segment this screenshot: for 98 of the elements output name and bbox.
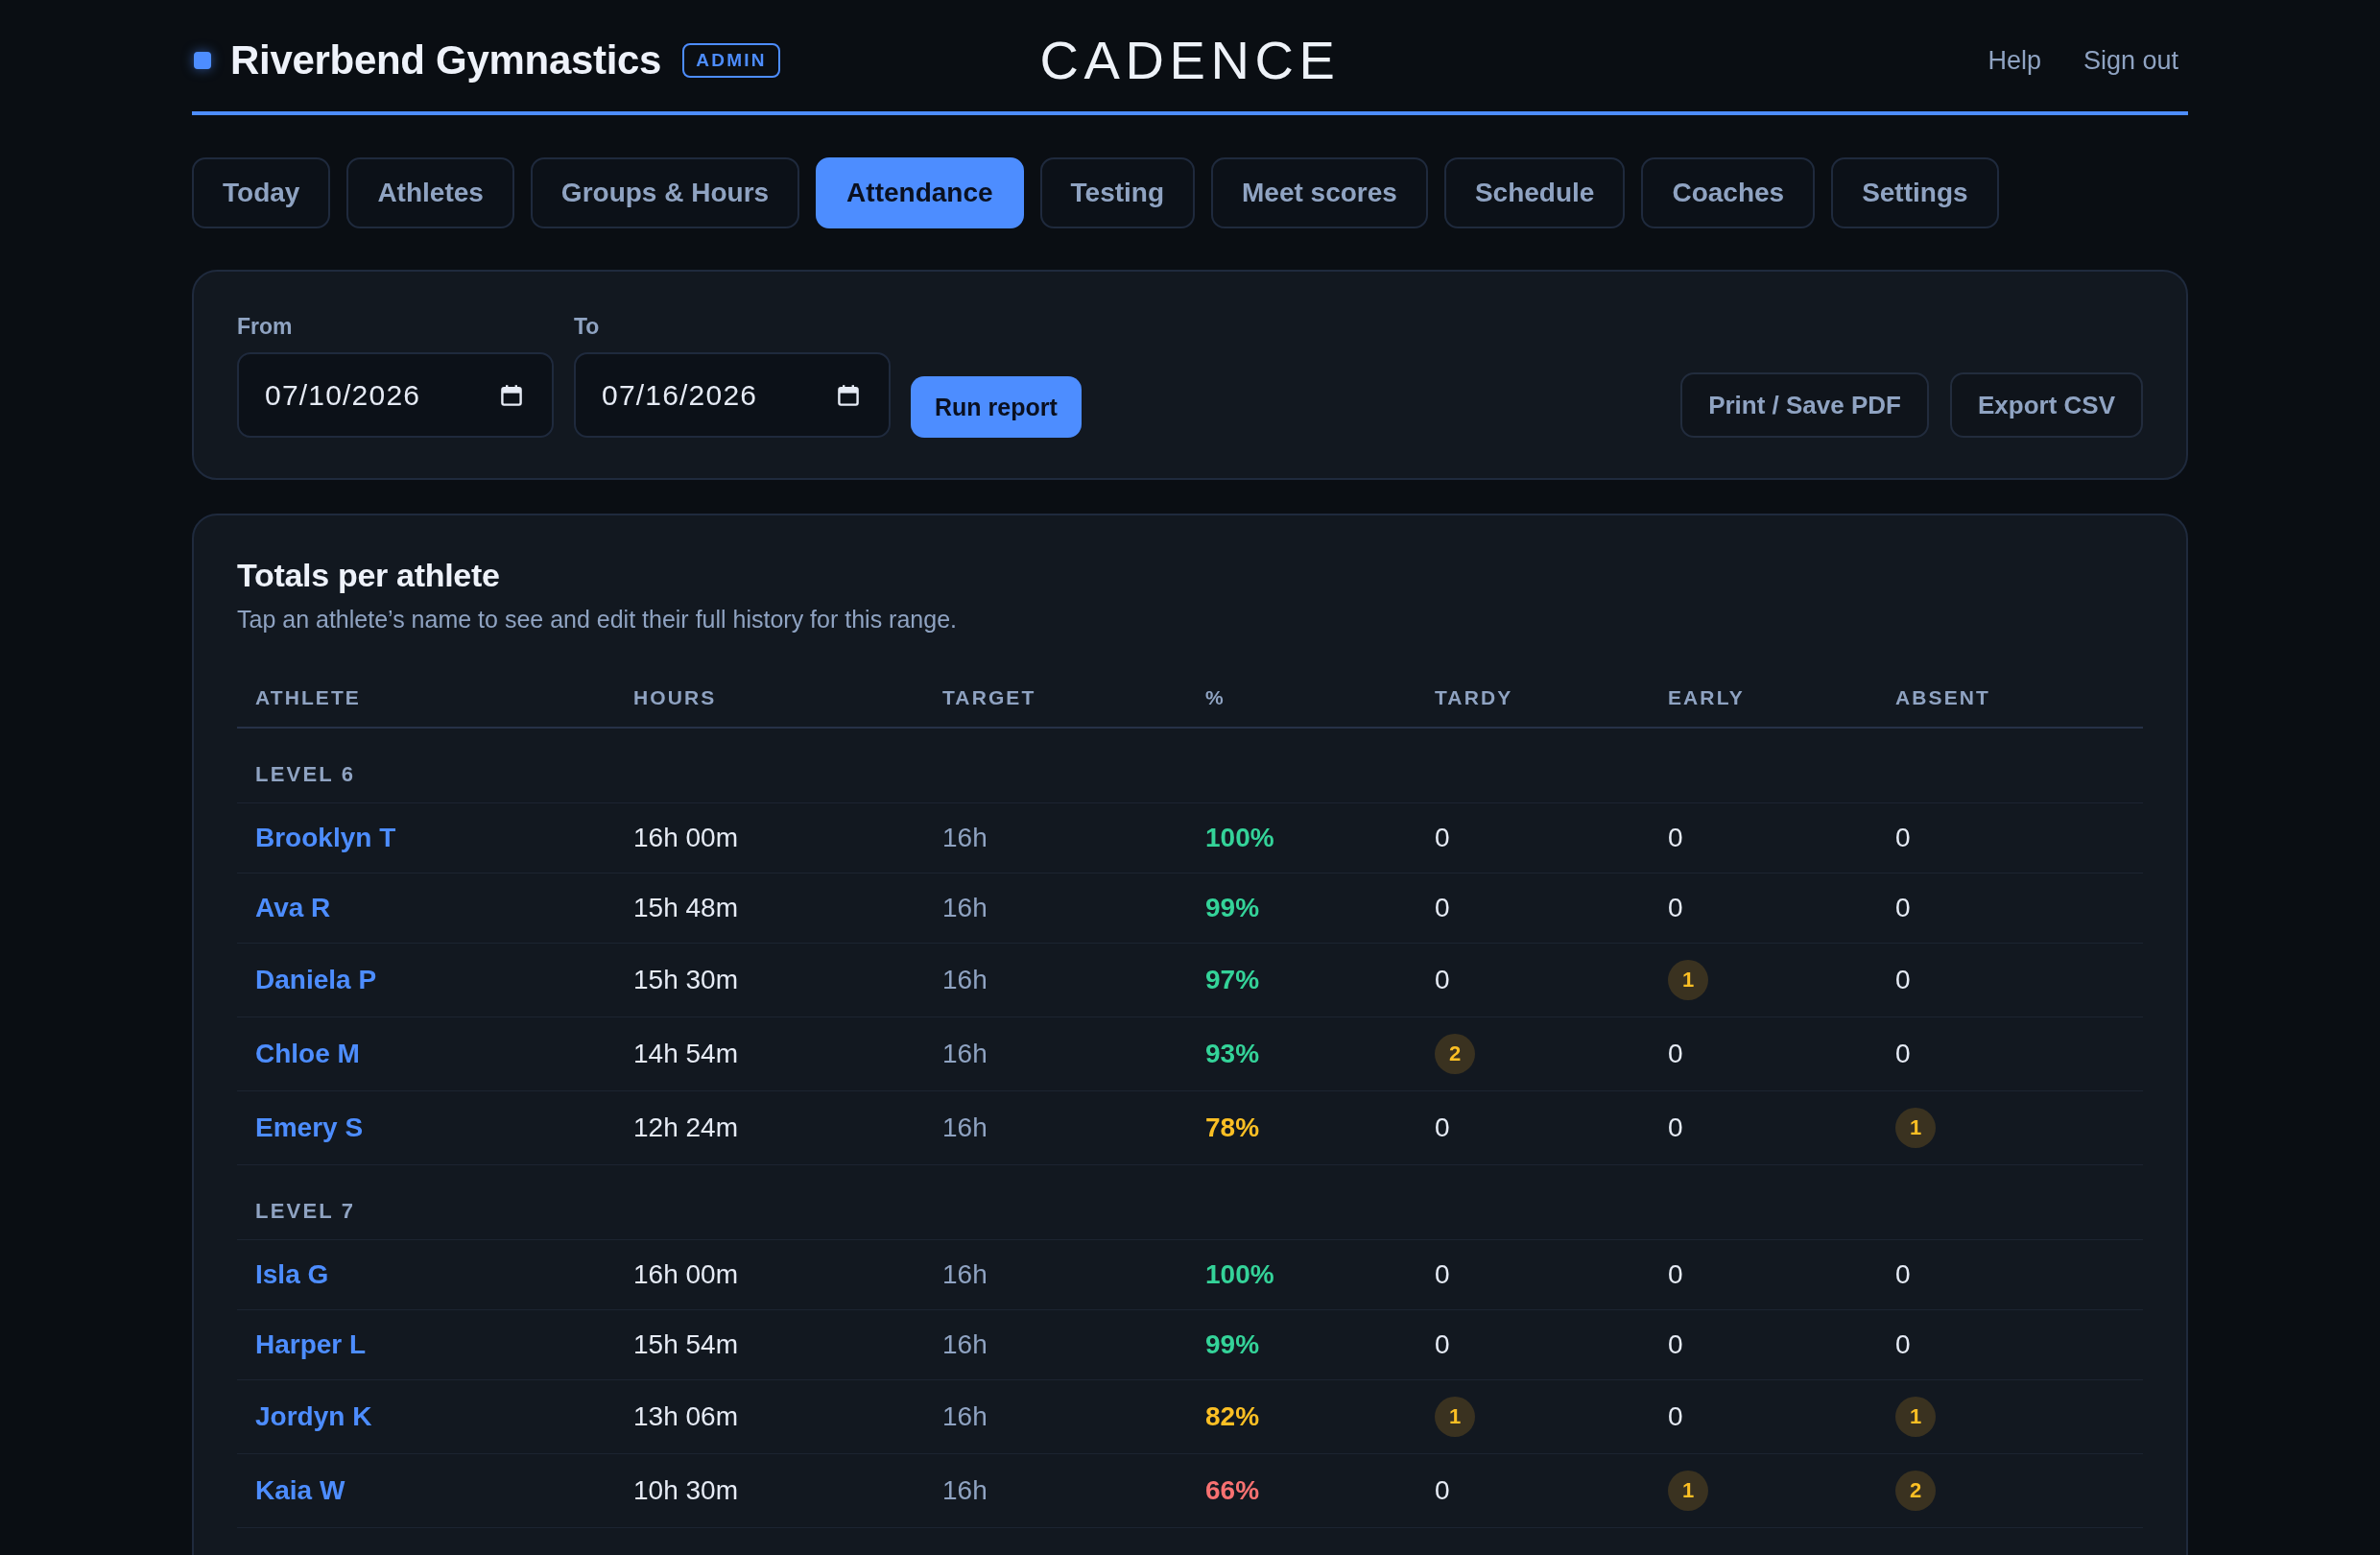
count-value: 0 bbox=[1895, 965, 1911, 994]
section-title: Totals per athlete bbox=[237, 556, 501, 594]
percent-value: 100% bbox=[1205, 1259, 1274, 1289]
run-report-button[interactable]: Run report bbox=[911, 376, 1082, 438]
app-logo: CADENCE bbox=[1039, 29, 1341, 92]
count-badge: 1 bbox=[1895, 1108, 1936, 1148]
athlete-link[interactable]: Kaia W bbox=[255, 1475, 345, 1505]
count-badge: 2 bbox=[1895, 1471, 1936, 1511]
athlete-link[interactable]: Isla G bbox=[255, 1259, 329, 1289]
target-value: 16h bbox=[942, 1401, 988, 1431]
count-badge: 1 bbox=[1895, 1397, 1936, 1437]
hours-value: 16h 00m bbox=[633, 1259, 738, 1289]
nav-tab[interactable]: Meet scores bbox=[1211, 157, 1428, 228]
count-value: 0 bbox=[1668, 823, 1683, 852]
athlete-link[interactable]: Brooklyn T bbox=[255, 823, 396, 852]
count-value: 0 bbox=[1435, 1329, 1450, 1359]
count-value: 0 bbox=[1895, 1259, 1911, 1289]
hours-value: 10h 30m bbox=[633, 1475, 738, 1505]
count-value: 0 bbox=[1435, 965, 1450, 994]
hours-value: 16h 00m bbox=[633, 823, 738, 852]
nav-tab[interactable]: Groups & Hours bbox=[530, 157, 800, 228]
count-value: 0 bbox=[1435, 1475, 1450, 1505]
hours-value: 12h 24m bbox=[633, 1112, 738, 1142]
count-badge: 2 bbox=[1435, 1034, 1475, 1074]
count-badge: 1 bbox=[1668, 960, 1708, 1000]
athlete-link[interactable]: Daniela P bbox=[255, 965, 377, 994]
count-value: 0 bbox=[1668, 1112, 1683, 1142]
target-value: 16h bbox=[942, 1259, 988, 1289]
nav-tab[interactable]: Settings bbox=[1831, 157, 1999, 228]
percent-value: 97% bbox=[1205, 965, 1260, 994]
date-field[interactable]: 07/16/2026 bbox=[574, 352, 891, 438]
column-header: ATHLETE bbox=[255, 686, 361, 708]
percent-value: 93% bbox=[1205, 1039, 1260, 1068]
nav-tab[interactable]: Coaches bbox=[1641, 157, 1816, 228]
percent-value: 99% bbox=[1205, 893, 1260, 922]
nav-tab[interactable]: Schedule bbox=[1443, 157, 1626, 228]
nav-tab[interactable]: Attendance bbox=[816, 157, 1024, 228]
nav-tab[interactable]: Athletes bbox=[346, 157, 514, 228]
action-button[interactable]: Print / Save PDF bbox=[1680, 372, 1929, 438]
header-link[interactable]: Sign out bbox=[2082, 45, 2178, 76]
target-value: 16h bbox=[942, 1039, 988, 1068]
action-button[interactable]: Export CSV bbox=[1949, 372, 2143, 438]
club-name: Riverbend Gymnastics bbox=[230, 37, 662, 84]
athlete-link[interactable]: Jordyn K bbox=[255, 1401, 372, 1431]
column-header: ABSENT bbox=[1895, 686, 1990, 708]
brand-square-icon bbox=[194, 52, 211, 69]
count-value: 0 bbox=[1668, 1259, 1683, 1289]
count-value: 0 bbox=[1895, 1039, 1911, 1068]
nav-tab[interactable]: Today bbox=[192, 157, 331, 228]
hours-value: 15h 48m bbox=[633, 893, 738, 922]
athlete-link[interactable]: Chloe M bbox=[255, 1039, 360, 1068]
target-value: 16h bbox=[942, 893, 988, 922]
count-value: 0 bbox=[1668, 1039, 1683, 1068]
percent-value: 82% bbox=[1205, 1401, 1260, 1431]
target-value: 16h bbox=[942, 823, 988, 852]
count-badge: 1 bbox=[1435, 1397, 1475, 1437]
calendar-icon bbox=[837, 383, 860, 407]
count-value: 0 bbox=[1435, 823, 1450, 852]
column-header: HOURS bbox=[633, 686, 717, 708]
column-header: EARLY bbox=[1668, 686, 1745, 708]
field-label: To bbox=[574, 314, 601, 339]
role-badge: ADMIN bbox=[682, 43, 780, 78]
percent-value: 78% bbox=[1205, 1112, 1260, 1142]
count-value: 0 bbox=[1895, 823, 1911, 852]
percent-value: 100% bbox=[1205, 823, 1274, 852]
count-value: 0 bbox=[1895, 1329, 1911, 1359]
column-header: TARGET bbox=[942, 686, 1036, 708]
count-badge: 1 bbox=[1668, 1471, 1708, 1511]
count-value: 0 bbox=[1895, 893, 1911, 922]
count-value: 0 bbox=[1668, 893, 1683, 922]
athlete-link[interactable]: Ava R bbox=[255, 893, 331, 922]
group-label: LEVEL 6 bbox=[255, 762, 356, 786]
header-link[interactable]: Help bbox=[1987, 45, 2041, 76]
target-value: 16h bbox=[942, 1329, 988, 1359]
calendar-icon bbox=[500, 383, 523, 407]
date-field[interactable]: 07/10/2026 bbox=[237, 352, 554, 438]
hours-value: 14h 54m bbox=[633, 1039, 738, 1068]
athlete-link[interactable]: Harper L bbox=[255, 1329, 367, 1359]
target-value: 16h bbox=[942, 1112, 988, 1142]
hours-value: 15h 30m bbox=[633, 965, 738, 994]
field-label: From bbox=[237, 314, 294, 339]
count-value: 0 bbox=[1435, 893, 1450, 922]
percent-value: 66% bbox=[1205, 1475, 1260, 1505]
group-label: LEVEL 7 bbox=[255, 1199, 356, 1223]
athlete-link[interactable]: Emery S bbox=[255, 1112, 364, 1142]
target-value: 16h bbox=[942, 965, 988, 994]
count-value: 0 bbox=[1435, 1259, 1450, 1289]
column-header: % bbox=[1205, 686, 1226, 708]
percent-value: 99% bbox=[1205, 1329, 1260, 1359]
target-value: 16h bbox=[942, 1475, 988, 1505]
column-header: TARDY bbox=[1435, 686, 1513, 708]
section-subtitle: Tap an athlete’s name to see and edit their full history for this range. bbox=[237, 605, 958, 634]
count-value: 0 bbox=[1435, 1112, 1450, 1142]
hours-value: 13h 06m bbox=[633, 1401, 738, 1431]
nav-tab[interactable]: Testing bbox=[1039, 157, 1196, 228]
hours-value: 15h 54m bbox=[633, 1329, 738, 1359]
count-value: 0 bbox=[1668, 1401, 1683, 1431]
count-value: 0 bbox=[1668, 1329, 1683, 1359]
